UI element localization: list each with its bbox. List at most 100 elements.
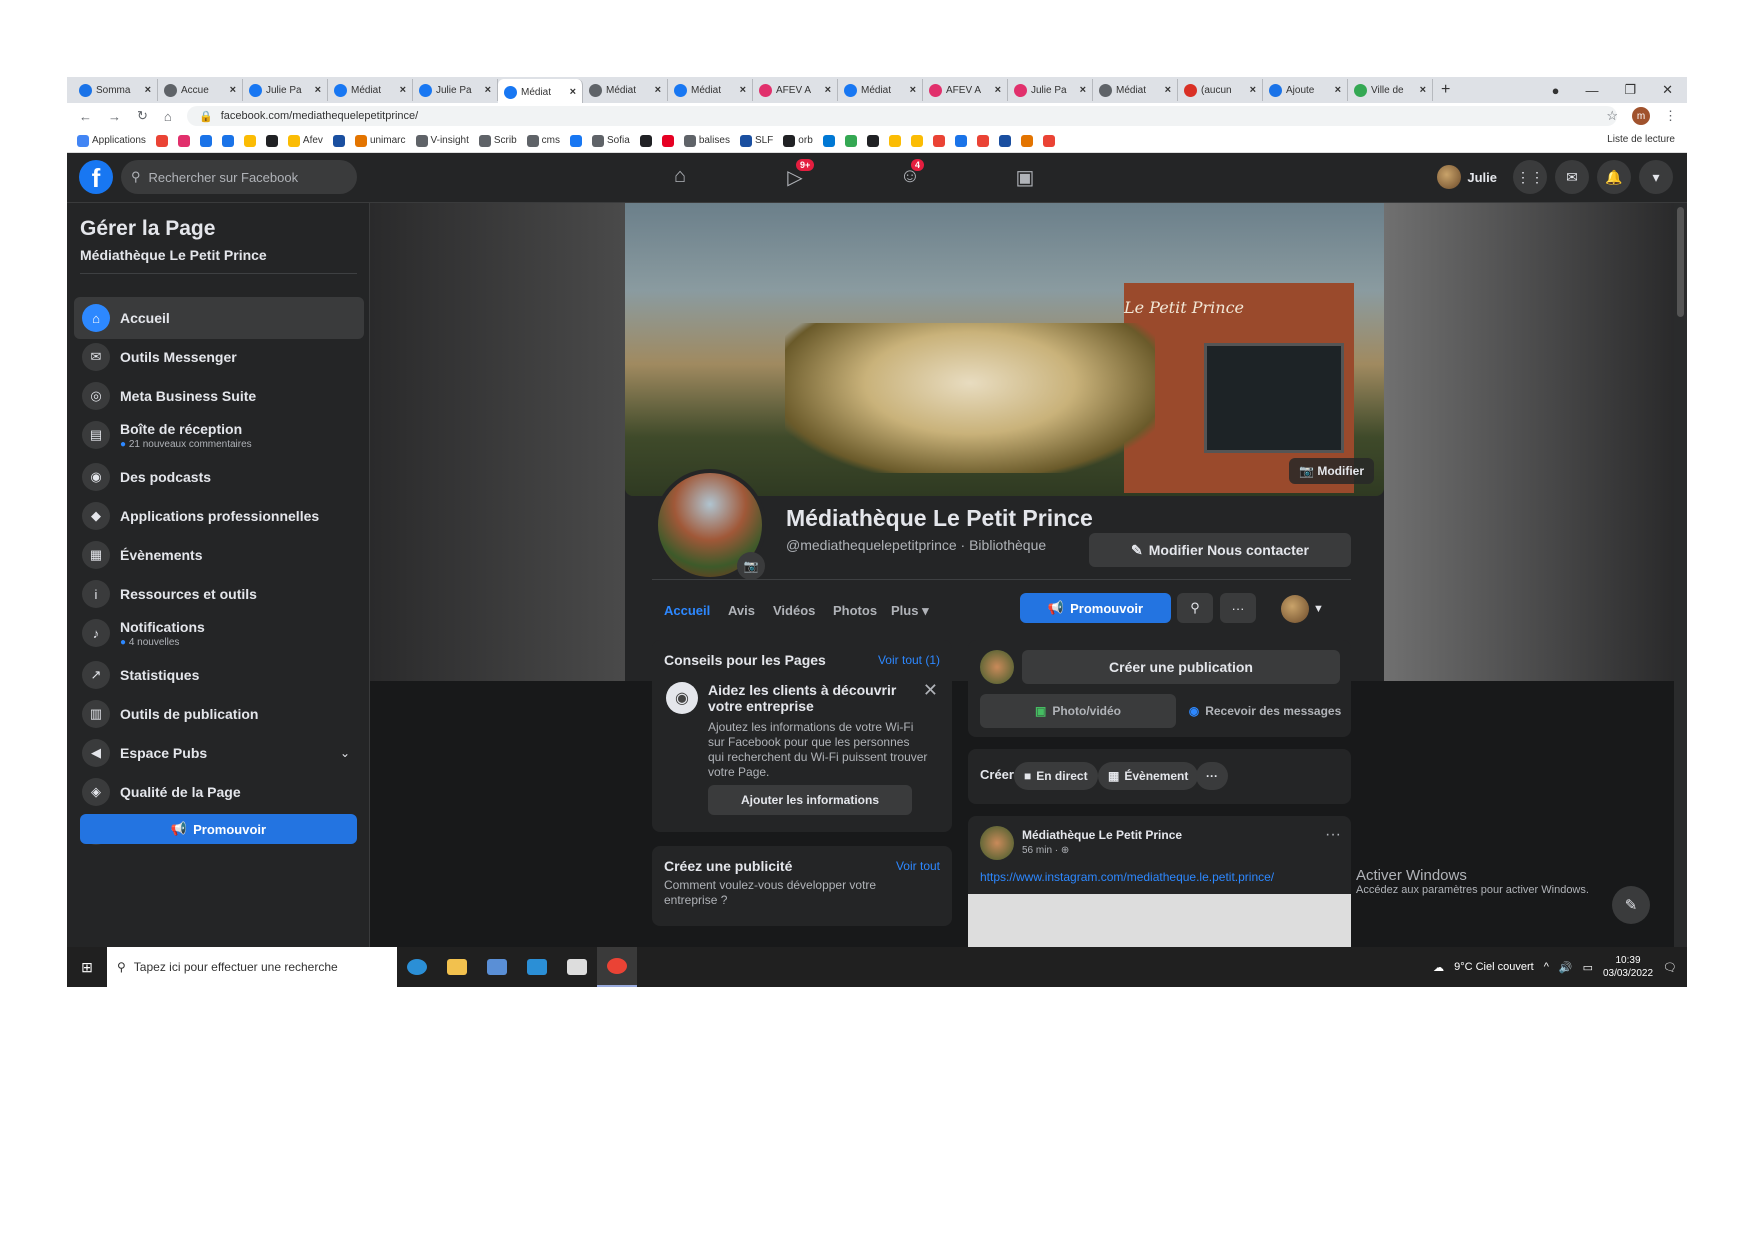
- camera-icon[interactable]: 📷: [737, 552, 765, 580]
- sidebar-item-espace-pubs[interactable]: ◀ Espace Pubs ⌄: [74, 732, 364, 774]
- browser-tab[interactable]: Médiat ×: [328, 79, 413, 101]
- bookmark-item[interactable]: Afev: [287, 134, 323, 147]
- close-tab-icon[interactable]: ×: [145, 84, 151, 96]
- nav-gaming-icon[interactable]: ▣: [1012, 165, 1038, 191]
- tips-see-all-link[interactable]: Voir tout (1): [878, 653, 940, 667]
- mail-icon[interactable]: [517, 947, 557, 987]
- tray-chevron-icon[interactable]: ^: [1544, 961, 1549, 973]
- close-tab-icon[interactable]: ×: [570, 86, 576, 98]
- browser-tab[interactable]: Médiat ×: [1093, 79, 1178, 101]
- bookmark-item[interactable]: [932, 134, 945, 147]
- bookmark-item[interactable]: [639, 134, 652, 147]
- close-tab-icon[interactable]: ×: [1420, 84, 1426, 96]
- close-tab-icon[interactable]: ×: [400, 84, 406, 96]
- sidebar-item--v-nements[interactable]: ▦ Évènements: [74, 534, 364, 576]
- bookmark-item[interactable]: [570, 134, 583, 147]
- browser-profile-avatar[interactable]: m: [1632, 107, 1650, 125]
- bookmark-item[interactable]: [866, 134, 879, 147]
- bookmark-item[interactable]: cms: [526, 134, 560, 147]
- terminal-icon[interactable]: [557, 947, 597, 987]
- url-field[interactable]: 🔒 facebook.com/mediathequelepetitprince/: [187, 106, 1617, 126]
- notifications-bell-icon[interactable]: 🔔: [1597, 160, 1631, 194]
- bookmark-item[interactable]: unimarc: [354, 134, 406, 147]
- reading-list-button[interactable]: Liste de lecture: [1607, 134, 1675, 145]
- create-more-button[interactable]: ···: [1196, 762, 1228, 790]
- browser-tab[interactable]: Julie Pa ×: [413, 79, 498, 101]
- account-chevron-icon[interactable]: ▾: [1639, 160, 1673, 194]
- bookmark-item[interactable]: [332, 134, 345, 147]
- page-search-button[interactable]: ⚲: [1177, 593, 1213, 623]
- close-tab-icon[interactable]: ×: [1335, 84, 1341, 96]
- close-tab-icon[interactable]: ×: [1250, 84, 1256, 96]
- nav-home-icon[interactable]: ⌂: [667, 165, 693, 191]
- bookmark-item[interactable]: Applications: [77, 134, 146, 147]
- browser-tab[interactable]: AFEV A ×: [923, 79, 1008, 101]
- browser-tab[interactable]: Médiat ×: [498, 79, 583, 105]
- close-tab-icon[interactable]: ×: [910, 84, 916, 96]
- bookmark-item[interactable]: orb: [783, 134, 813, 147]
- bookmark-item[interactable]: V-insight: [415, 134, 469, 147]
- receive-messages-button[interactable]: ◉ Recevoir des messages: [1180, 694, 1350, 728]
- sidebar-item-qualit-de-la-page[interactable]: ◈ Qualité de la Page: [74, 771, 364, 813]
- bookmark-item[interactable]: [155, 134, 168, 147]
- bookmark-item[interactable]: [221, 134, 234, 147]
- bookmark-item[interactable]: balises: [683, 134, 730, 147]
- sidebar-item-bo-te-de-r-ception[interactable]: ▤ Boîte de réception ● 21 nouveaux comment…: [74, 414, 364, 456]
- bookmark-item[interactable]: [243, 134, 256, 147]
- edge-icon[interactable]: [397, 947, 437, 987]
- close-tab-icon[interactable]: ×: [485, 84, 491, 96]
- restore-icon[interactable]: ❐: [1624, 82, 1636, 98]
- sidebar-item-meta-business-suite[interactable]: ◎ Meta Business Suite: [74, 375, 364, 417]
- bookmark-item[interactable]: SLF: [739, 134, 773, 147]
- close-icon[interactable]: ✕: [923, 680, 938, 701]
- close-window-icon[interactable]: ✕: [1662, 82, 1673, 98]
- menu-grid-icon[interactable]: ⋮⋮: [1513, 160, 1547, 194]
- taskbar-search-input[interactable]: ⚲ Tapez ici pour effectuer une recherche: [107, 947, 397, 987]
- browser-tab[interactable]: Accue ×: [158, 79, 243, 101]
- browser-tab[interactable]: Julie Pa ×: [1008, 79, 1093, 101]
- bookmark-item[interactable]: [844, 134, 857, 147]
- close-tab-icon[interactable]: ×: [740, 84, 746, 96]
- browser-tab[interactable]: Julie Pa ×: [243, 79, 328, 101]
- close-tab-icon[interactable]: ×: [825, 84, 831, 96]
- chrome-icon[interactable]: [597, 947, 637, 987]
- page-more-button[interactable]: ···: [1220, 593, 1256, 623]
- edit-cover-button[interactable]: 📷 Modifier: [1289, 458, 1374, 484]
- tab-accueil[interactable]: Accueil: [664, 603, 710, 618]
- browser-tab[interactable]: Ville de ×: [1348, 79, 1433, 101]
- bookmark-item[interactable]: [1020, 134, 1033, 147]
- browser-tab[interactable]: Médiat ×: [583, 79, 668, 101]
- new-message-icon[interactable]: ✎: [1612, 886, 1650, 924]
- sidebar-promote-button[interactable]: 📢 Promouvoir: [80, 814, 357, 844]
- sidebar-item-outils-messenger[interactable]: ✉ Outils Messenger: [74, 336, 364, 378]
- bookmark-item[interactable]: [265, 134, 278, 147]
- bookmark-item[interactable]: [954, 134, 967, 147]
- profile-icon[interactable]: ●: [1552, 83, 1560, 98]
- notification-center-icon[interactable]: 🗨: [1663, 961, 1677, 974]
- sidebar-item-ressources-et-outils[interactable]: i Ressources et outils: [74, 573, 364, 615]
- sidebar-item-accueil[interactable]: ⌂ Accueil: [74, 297, 364, 339]
- facebook-search-input[interactable]: ⚲ Rechercher sur Facebook: [121, 160, 357, 194]
- add-info-button[interactable]: Ajouter les informations: [708, 785, 912, 815]
- browser-tab[interactable]: (aucun ×: [1178, 79, 1263, 101]
- post-author[interactable]: Médiathèque Le Petit Prince: [1022, 828, 1182, 842]
- scrollbar[interactable]: [1674, 203, 1687, 947]
- browser-tab[interactable]: Médiat ×: [668, 79, 753, 101]
- browser-tab[interactable]: Somma ×: [73, 79, 158, 101]
- edit-contact-button[interactable]: ✎ Modifier Nous contacter: [1089, 533, 1351, 567]
- close-tab-icon[interactable]: ×: [230, 84, 236, 96]
- sidebar-item-statistiques[interactable]: ↗ Statistiques: [74, 654, 364, 696]
- store-icon[interactable]: [477, 947, 517, 987]
- weather-text[interactable]: 9°C Ciel couvert: [1454, 961, 1534, 973]
- bookmark-item[interactable]: [888, 134, 901, 147]
- ads-see-all-link[interactable]: Voir tout: [896, 859, 940, 873]
- create-post-input[interactable]: Créer une publication: [1022, 650, 1340, 684]
- menu-dots-icon[interactable]: ⋮: [1664, 108, 1677, 124]
- page-avatar-switcher[interactable]: ▼: [1281, 595, 1324, 623]
- close-tab-icon[interactable]: ×: [995, 84, 1001, 96]
- new-tab-icon[interactable]: +: [1441, 81, 1450, 99]
- close-tab-icon[interactable]: ×: [655, 84, 661, 96]
- chevron-down-icon[interactable]: ⌄: [340, 746, 350, 760]
- tab-photos[interactable]: Photos: [833, 603, 877, 618]
- tab-vid-os[interactable]: Vidéos: [773, 603, 815, 618]
